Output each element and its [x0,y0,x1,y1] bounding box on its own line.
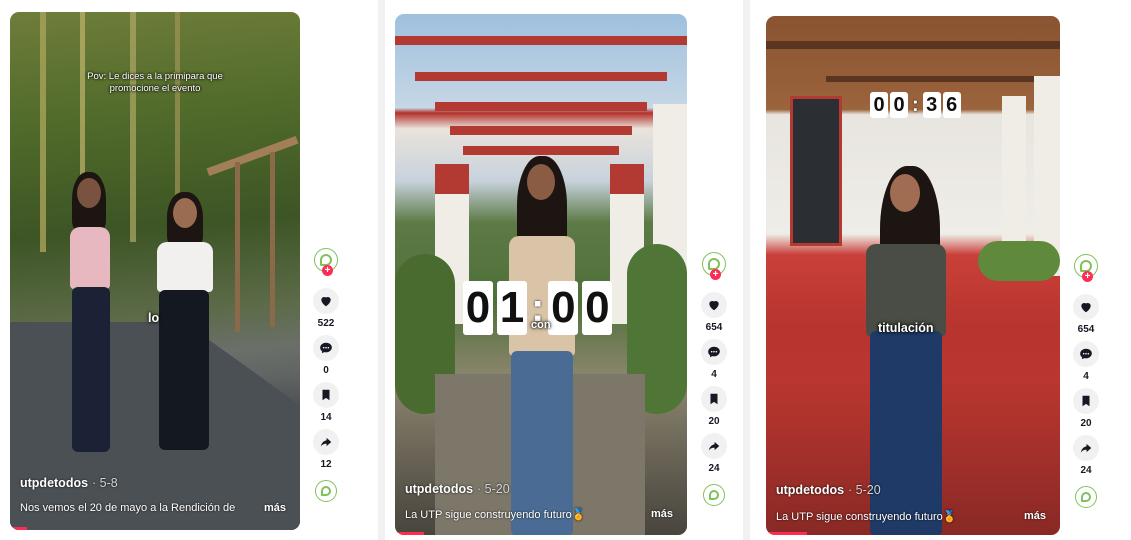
video-caption-word: lo [148,311,160,325]
video-progress-bar[interactable] [10,527,28,530]
timer-digit: 0 [582,281,613,335]
comment-count: 0 [323,365,329,376]
comment-button[interactable] [701,339,727,365]
comment-button[interactable] [1073,341,1099,367]
comment-count: 4 [711,369,717,380]
share-button[interactable] [1073,435,1099,461]
sound-disc[interactable] [1075,486,1097,508]
comment-button[interactable] [313,335,339,361]
video-meta: utpdetodos · 5-20 [776,481,1050,499]
timer-digit: 0 [890,92,908,118]
comment-icon [320,342,332,354]
timer-digit: 0 [870,92,888,118]
brand-logo-icon [321,486,331,496]
brand-logo-icon [1081,492,1091,502]
action-rail: + 654 4 20 24 [698,252,730,506]
save-button[interactable] [701,386,727,412]
share-button[interactable] [313,429,339,455]
video-card-2: 0 1 : 0 0 con utpdetodos · 5-20 La UTP si… [385,0,743,540]
timer-digit: 3 [922,92,941,118]
sound-disc[interactable] [703,484,725,506]
video-description: La UTP sigue construyendo futuro🏅 [405,509,586,521]
video-progress-bar[interactable] [766,532,808,535]
creator-avatar[interactable]: + [1074,254,1098,282]
bookmark-icon [1082,395,1090,407]
like-count: 654 [1077,324,1095,335]
timer-colon: : [912,93,919,116]
like-button[interactable] [701,292,727,318]
save-count: 14 [320,412,332,423]
comment-icon [708,346,720,358]
video-caption-word: titulación [878,321,934,335]
like-count: 522 [317,318,335,329]
comment-icon [1080,348,1092,360]
video-description-row: La UTP sigue construyendo futuro🏅 más [405,508,677,521]
save-button[interactable] [313,382,339,408]
author-username[interactable]: utpdetodos [776,483,844,497]
video-description: Nos vemos el 20 de mayo a la Rendición d… [20,502,236,514]
save-count: 20 [708,416,720,427]
like-button[interactable] [1073,294,1099,320]
author-username[interactable]: utpdetodos [20,476,88,490]
bookmark-icon [710,393,718,405]
video-frame-2 [395,14,687,535]
share-count: 12 [320,459,332,470]
video-caption-word: con [531,319,551,331]
video-card-1: Pov: Le dices a la primipara que promoci… [0,0,378,540]
video-meta: utpdetodos · 5-8 [20,474,290,492]
video-description: La UTP sigue construyendo futuro🏅 [776,511,957,523]
countdown-timer: 0 0 : 3 6 [870,92,961,118]
bookmark-icon [322,389,330,401]
post-date: · 5-8 [92,476,118,490]
creator-avatar[interactable]: + [314,248,338,276]
video-player-3[interactable]: 0 0 : 3 6 titulación utpdetodos · 5-20 La… [766,16,1060,535]
timer-digit: 1 [497,281,527,335]
video-description-row: La UTP sigue construyendo futuro🏅 más [776,510,1050,523]
heart-icon [1081,302,1091,313]
video-progress-bar[interactable] [395,532,425,535]
heart-icon [709,300,719,311]
save-count: 20 [1080,418,1092,429]
video-player-2[interactable]: 0 1 : 0 0 con utpdetodos · 5-20 La UTP si… [395,14,687,535]
sound-disc[interactable] [315,480,337,502]
action-rail: + 522 0 14 12 [310,248,342,502]
video-description-row: Nos vemos el 20 de mayo a la Rendición d… [20,502,290,514]
post-date: · 5-20 [848,483,881,497]
brand-logo-icon [709,490,719,500]
author-username[interactable]: utpdetodos [405,482,473,496]
timer-digit: 6 [942,92,961,118]
more-button[interactable]: más [264,502,286,514]
action-rail: + 654 4 20 24 [1070,254,1102,508]
video-overlay-text: Pov: Le dices a la primipara que promoci… [87,71,223,94]
save-button[interactable] [1073,388,1099,414]
share-count: 24 [708,463,720,474]
timer-digit: 0 [463,281,493,335]
more-button[interactable]: más [1024,510,1046,523]
share-icon [1080,443,1092,453]
share-button[interactable] [701,433,727,459]
video-player-1[interactable]: Pov: Le dices a la primipara que promoci… [10,12,300,530]
share-icon [320,437,332,447]
share-count: 24 [1080,465,1092,476]
video-card-3: 0 0 : 3 6 titulación utpdetodos · 5-20 La… [750,0,1131,540]
comment-count: 4 [1083,371,1089,382]
post-date: · 5-20 [477,482,510,496]
more-button[interactable]: más [651,508,673,521]
like-button[interactable] [313,288,339,314]
follow-plus-icon[interactable]: + [1082,271,1093,282]
video-meta: utpdetodos · 5-20 [405,480,677,498]
heart-icon [321,296,331,307]
creator-avatar[interactable]: + [702,252,726,280]
share-icon [708,441,720,451]
like-count: 654 [705,322,723,333]
follow-plus-icon[interactable]: + [322,265,333,276]
follow-plus-icon[interactable]: + [710,269,721,280]
timer-digit: 0 [548,281,579,335]
